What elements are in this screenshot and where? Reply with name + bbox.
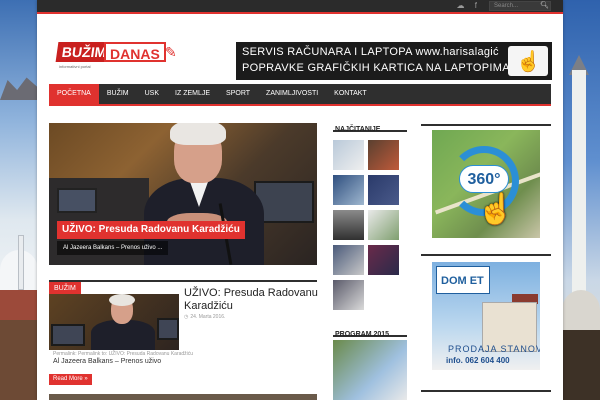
banner-cursor-graphic: ☝ xyxy=(508,46,548,76)
ad-apartments-logo-text: DOM ET xyxy=(441,275,484,287)
nav-item-usk[interactable]: USK xyxy=(137,84,167,104)
pointer-hand-icon: ☝ xyxy=(516,51,541,73)
background-left-scenery xyxy=(0,0,38,400)
program-widget-header: PROGRAM 2015 xyxy=(333,323,407,338)
search-input[interactable]: Search... 🔍︎ xyxy=(489,1,551,11)
popular-thumb[interactable] xyxy=(333,175,364,205)
ad-divider xyxy=(421,390,551,392)
program-image[interactable] xyxy=(333,340,407,400)
ad-360-banner[interactable]: 360° ☝ xyxy=(432,130,540,238)
nav-item-iz-zemlje[interactable]: IZ ZEMLJE xyxy=(167,84,218,104)
nav-item-zanimljivosti[interactable]: ZANIMLJIVOSTI xyxy=(258,84,326,104)
thumb-monitor-2 xyxy=(157,318,179,340)
background-rocks xyxy=(0,77,38,100)
read-more-button[interactable]: Read More » xyxy=(49,374,92,385)
header: BUŽIM DANAS ✎ informativni portal SERVIS… xyxy=(37,12,563,82)
popular-thumb[interactable] xyxy=(368,210,399,240)
post-date: ◷ 24. Marta 2016. xyxy=(184,314,225,320)
main-navigation: POČETNA BUŽIM USK IZ ZEMLJE SPORT ZANIML… xyxy=(49,84,551,106)
popular-thumb[interactable] xyxy=(333,210,364,240)
pointer-hand-icon: ☝ xyxy=(477,193,515,226)
featured-slider[interactable]: UŽIVO: Presuda Radovanu Karadžiću Al Jaz… xyxy=(49,123,317,265)
ad-360-text: 360° xyxy=(459,165,509,193)
ad-apartments-banner[interactable]: DOM ET PRODAJA STANOVA info. 062 604 400 xyxy=(432,262,540,370)
post-thumbnail[interactable] xyxy=(49,294,179,350)
background-dome xyxy=(562,290,600,330)
ad-divider xyxy=(421,124,551,126)
ad-divider xyxy=(421,254,551,256)
background-roof xyxy=(0,290,38,320)
logo-tagline: informativni portal xyxy=(59,64,91,69)
nav-item-pocetna[interactable]: POČETNA xyxy=(49,84,99,104)
thumb-person-hair xyxy=(109,294,135,306)
featured-image-monitor xyxy=(57,188,97,213)
thumb-person-body xyxy=(91,320,155,350)
thumb-monitor xyxy=(51,324,85,346)
popular-thumb[interactable] xyxy=(333,245,364,275)
search-placeholder: Search... xyxy=(494,3,519,9)
popular-thumb[interactable] xyxy=(333,140,364,170)
featured-image-person-hair xyxy=(170,123,226,145)
nav-item-sport[interactable]: SPORT xyxy=(218,84,258,104)
search-icon[interactable]: 🔍︎ xyxy=(540,2,549,10)
logo-word-2: DANAS xyxy=(104,42,166,62)
post-title[interactable]: UŽIVO: Presuda Radovanu Karadžiću xyxy=(184,287,318,313)
popular-widget-header: NAJČITANIJE xyxy=(333,118,407,133)
featured-title[interactable]: UŽIVO: Presuda Radovanu Karadžiću xyxy=(57,221,245,239)
post-date-text: 24. Marta 2016. xyxy=(190,314,226,320)
page-container: ☁ f Search... 🔍︎ BUŽIM DANAS ✎ informati… xyxy=(37,0,563,400)
top-bar: ☁ f Search... 🔍︎ xyxy=(37,0,563,12)
nav-item-buzim[interactable]: BUŽIM xyxy=(99,84,137,104)
ad-apartments-line-1: PRODAJA STANOVA xyxy=(448,344,540,354)
popular-thumb[interactable] xyxy=(368,245,399,275)
header-ad-banner[interactable]: SERVIS RAČUNARA I LAPTOPA www.harisalagi… xyxy=(236,42,552,80)
background-tower xyxy=(18,235,24,290)
banner-line-1: SERVIS RAČUNARA I LAPTOPA www.harisalagi… xyxy=(242,46,499,58)
social-icons[interactable]: ☁ f xyxy=(457,1,481,10)
background-building xyxy=(562,330,600,400)
popular-thumb[interactable] xyxy=(368,175,399,205)
site-logo[interactable]: BUŽIM DANAS ✎ informativni portal xyxy=(55,42,177,78)
thumbnail-caption: Permalink: Permalink to: UŽIVO: Presuda … xyxy=(53,351,194,357)
banner-line-2: POPRAVKE GRAFIČKIH KARTICA NA LAPTOPIMA xyxy=(242,62,510,74)
popular-label: NAJČITANIJE xyxy=(335,126,381,133)
pen-icon: ✎ xyxy=(165,44,177,60)
background-right-scenery xyxy=(562,0,600,400)
featured-excerpt: Al Jazeera Balkans – Prenos uživo ... xyxy=(57,241,169,255)
clock-icon: ◷ xyxy=(184,314,189,320)
ad-apartments-line-2: info. 062 604 400 xyxy=(446,356,510,365)
background-minaret xyxy=(572,70,586,300)
nav-item-kontakt[interactable]: KONTAKT xyxy=(326,84,375,104)
ad-apartments-logo: DOM ET xyxy=(436,266,490,294)
post-excerpt: Al Jazeera Balkans – Prenos uživo xyxy=(53,358,162,365)
popular-thumb[interactable] xyxy=(333,280,364,310)
background-house xyxy=(0,320,38,400)
next-post-thumbnail[interactable] xyxy=(49,394,317,400)
popular-thumb[interactable] xyxy=(368,140,399,170)
